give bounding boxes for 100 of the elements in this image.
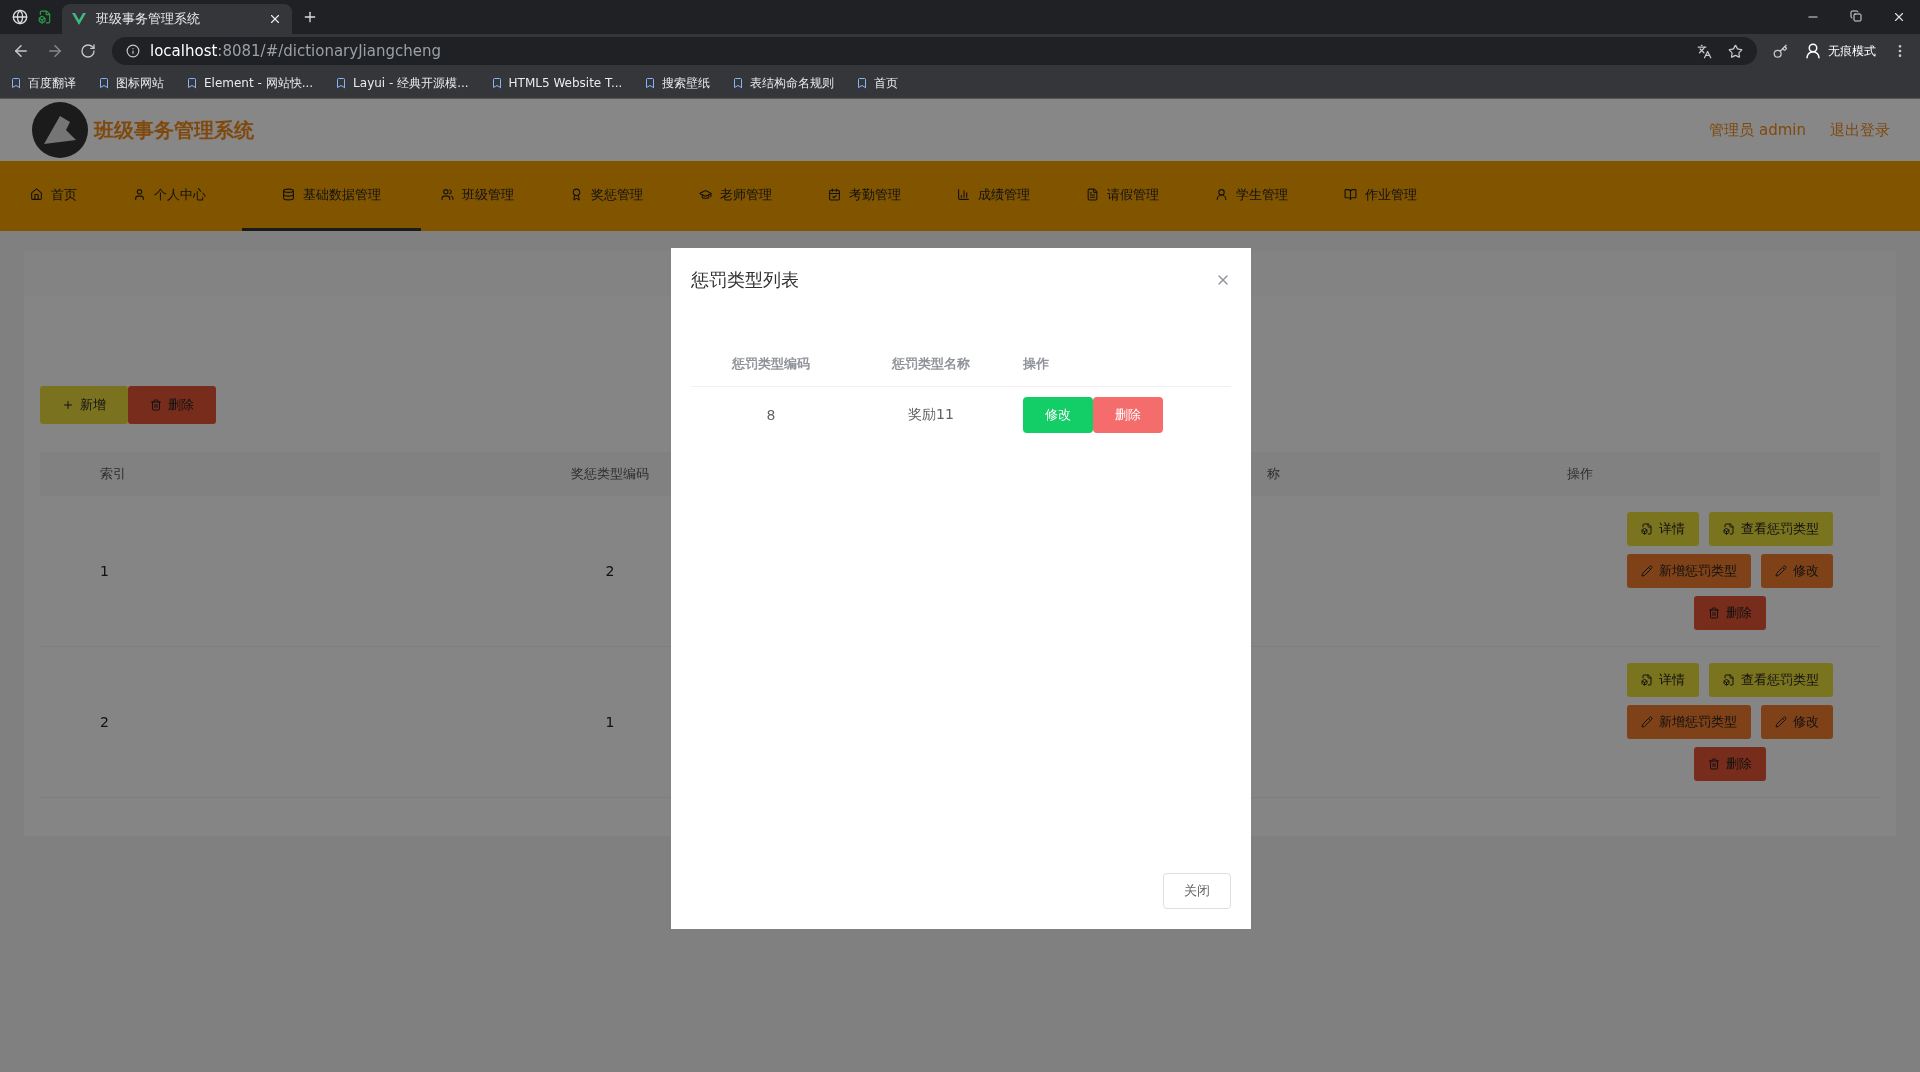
nav-icon <box>1215 188 1228 201</box>
bookmark-icon <box>490 77 503 89</box>
dialog-title: 惩罚类型列表 <box>691 268 799 292</box>
column-header: 惩罚类型编码 <box>730 355 811 373</box>
trash-icon <box>1708 607 1720 619</box>
trash-icon <box>150 399 162 411</box>
column-header: 操作 <box>1022 355 1050 373</box>
nav-item[interactable]: 作业管理 <box>1324 161 1453 231</box>
incognito-badge[interactable]: 无痕模式 <box>1804 42 1876 60</box>
nav-icon <box>1344 188 1357 201</box>
action-button[interactable]: 新增惩罚类型 <box>1627 705 1751 739</box>
column-header: 索引 <box>99 465 126 483</box>
add-button[interactable]: 新增 <box>40 386 128 424</box>
bookmark-item[interactable]: 搜索壁纸 <box>644 74 711 92</box>
browser-icon[interactable] <box>12 9 28 25</box>
nav-item[interactable]: 学生管理 <box>1195 161 1324 231</box>
bookmark-item[interactable]: Element - 网站快... <box>186 74 314 92</box>
bookmark-icon <box>186 77 198 89</box>
translate-icon[interactable] <box>1697 43 1712 59</box>
action-button[interactable]: 修改 <box>1761 705 1833 739</box>
bookmark-icon <box>335 77 348 89</box>
nav-item[interactable]: 成绩管理 <box>937 161 1066 231</box>
bookmark-item[interactable]: 表结构命名规则 <box>732 74 835 92</box>
star-icon[interactable] <box>1728 43 1743 59</box>
nav-icon <box>699 188 712 201</box>
delete-button[interactable]: 删除 <box>1093 397 1163 433</box>
bookmark-icon <box>856 77 869 89</box>
back-icon[interactable] <box>12 42 30 60</box>
action-button[interactable]: 详情 <box>1627 512 1699 546</box>
column-header: 操作 <box>1567 465 1593 483</box>
pencil-icon <box>1775 716 1787 728</box>
action-button[interactable]: 查看惩罚类型 <box>1709 663 1833 697</box>
nav-icon <box>1086 188 1099 201</box>
delete-button[interactable]: 删除 <box>128 386 216 424</box>
pencil-icon <box>1775 565 1787 577</box>
nav-icon <box>282 188 295 201</box>
column-header: 奖惩类型编码 <box>571 465 649 483</box>
bookmark-item[interactable]: HTML5 Website T... <box>490 76 623 90</box>
action-button[interactable]: 详情 <box>1627 663 1699 697</box>
document-icon <box>1641 523 1653 535</box>
nav-item[interactable]: 请假管理 <box>1066 161 1195 231</box>
logo-icon <box>30 100 90 160</box>
action-button[interactable]: 查看惩罚类型 <box>1709 512 1833 546</box>
bookmark-item[interactable]: 百度翻译 <box>10 74 76 92</box>
browser-tab[interactable]: 班级事务管理系统 <box>62 4 292 34</box>
nav-icon <box>957 188 970 201</box>
close-icon[interactable] <box>268 12 282 26</box>
nav-icon <box>828 188 841 201</box>
trash-icon <box>1708 758 1720 770</box>
nav-item[interactable]: 班级管理 <box>421 161 550 231</box>
action-button[interactable]: 删除 <box>1694 747 1766 781</box>
new-tab-icon[interactable] <box>302 9 318 25</box>
close-button[interactable]: 关闭 <box>1163 873 1231 909</box>
restore-icon[interactable] <box>1850 10 1862 22</box>
column-header: 称 <box>1267 465 1280 483</box>
document-icon <box>1641 674 1653 686</box>
nav-icon <box>133 188 146 201</box>
forward-icon[interactable] <box>46 42 64 60</box>
document-icon <box>1723 523 1735 535</box>
nav-item[interactable]: 首页 <box>10 161 113 231</box>
action-button[interactable]: 新增惩罚类型 <box>1627 554 1751 588</box>
key-icon[interactable] <box>1773 43 1788 59</box>
v-logo-icon <box>72 12 86 26</box>
bookmark-icon <box>10 77 22 89</box>
bookmark-icon <box>732 77 745 89</box>
action-button[interactable]: 修改 <box>1761 554 1833 588</box>
address-field[interactable]: localhost:8081/#/dictionaryJiangcheng <box>112 37 1757 65</box>
incognito-icon <box>1804 42 1822 60</box>
nav-item[interactable]: 基础数据管理 <box>242 161 421 231</box>
table-cell-text: 1 <box>99 563 109 579</box>
tab-page-icon[interactable] <box>38 10 52 24</box>
logout-link[interactable]: 退出登录 <box>1830 120 1890 140</box>
pencil-icon <box>1641 716 1653 728</box>
nav-icon <box>441 188 454 201</box>
bookmark-icon <box>644 77 657 89</box>
reload-icon[interactable] <box>80 43 96 59</box>
nav-icon <box>570 188 583 201</box>
bookmark-item[interactable]: 首页 <box>856 74 899 92</box>
user-label: 管理员 admin <box>1709 120 1806 140</box>
bookmark-icon <box>98 77 110 89</box>
table-cell-text: 2 <box>99 714 109 730</box>
nav-item[interactable]: 个人中心 <box>113 161 242 231</box>
table-cell: 1 <box>605 714 615 730</box>
document-icon <box>1723 674 1735 686</box>
edit-button[interactable]: 修改 <box>1023 397 1093 433</box>
nav-item[interactable]: 考勤管理 <box>808 161 937 231</box>
close-icon[interactable] <box>1892 10 1906 24</box>
column-header: 惩罚类型名称 <box>890 355 971 373</box>
nav-icon <box>30 188 43 201</box>
info-icon <box>126 44 140 58</box>
nav-item[interactable]: 老师管理 <box>679 161 808 231</box>
app-title: 班级事务管理系统 <box>94 116 254 144</box>
table-cell: 奖励11 <box>851 386 1011 443</box>
bookmark-item[interactable]: 图标网站 <box>98 74 164 92</box>
table-cell: 8 <box>691 386 851 443</box>
plus-icon <box>62 399 74 411</box>
pencil-icon <box>1641 565 1653 577</box>
nav-item[interactable]: 奖惩管理 <box>550 161 679 231</box>
bookmark-item[interactable]: Layui - 经典开源模... <box>335 74 469 92</box>
action-button[interactable]: 删除 <box>1694 596 1766 630</box>
